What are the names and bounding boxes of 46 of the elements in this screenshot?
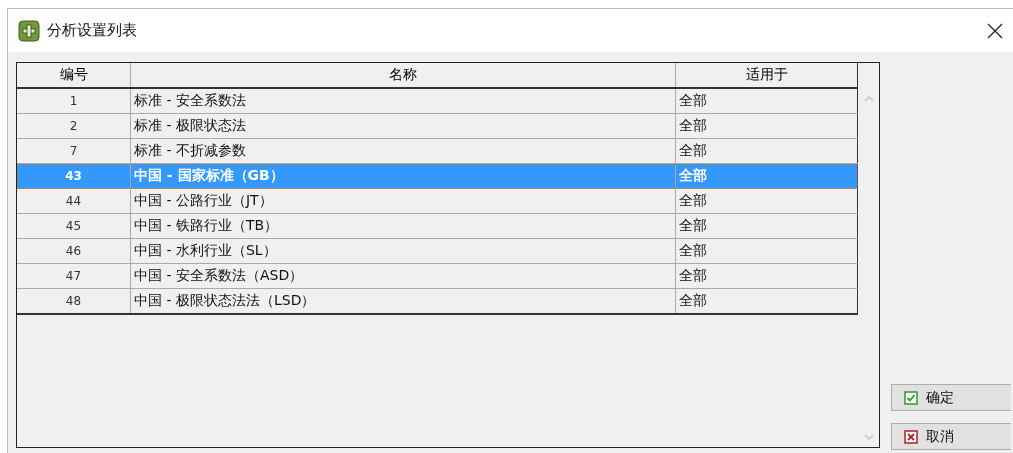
table-cell: 中国 - 水利行业（SL） <box>131 239 676 263</box>
table-cell: 标准 - 极限状态法 <box>131 114 676 138</box>
table-cell: 全部 <box>676 139 858 163</box>
table-cell: 全部 <box>676 264 858 288</box>
table-cell: 全部 <box>676 189 858 213</box>
column-header[interactable]: 名称 <box>131 63 676 87</box>
table-cell: 全部 <box>676 289 858 313</box>
table-cell: 中国 - 极限状态法法（LSD） <box>131 289 676 313</box>
table-cell: 1 <box>17 89 131 113</box>
table-cell: 全部 <box>676 114 858 138</box>
table-row[interactable]: 2 标准 - 极限状态法 全部 <box>17 114 858 139</box>
table-cell: 44 <box>17 189 131 213</box>
table-cell: 标准 - 不折减参数 <box>131 139 676 163</box>
table-cell: 43 <box>17 164 131 188</box>
column-header[interactable]: 适用于 <box>676 63 858 87</box>
table-cell: 全部 <box>676 214 858 238</box>
app-icon <box>18 19 40 42</box>
window-title: 分析设置列表 <box>47 21 138 40</box>
table-row[interactable]: 47 中国 - 安全系数法（ASD） 全部 <box>17 264 858 289</box>
table-cell: 中国 - 国家标准（GB） <box>131 164 676 188</box>
table-cell: 中国 - 铁路行业（TB） <box>131 214 676 238</box>
table-cell: 45 <box>17 214 131 238</box>
table-cell: 全部 <box>676 164 858 188</box>
ok-button[interactable]: 确定 <box>891 384 1011 411</box>
cross-icon <box>904 429 918 444</box>
table-row[interactable]: 45 中国 - 铁路行业（TB） 全部 <box>17 214 858 239</box>
table-cell: 全部 <box>676 239 858 263</box>
table-cell: 47 <box>17 264 131 288</box>
table-row[interactable]: 46 中国 - 水利行业（SL） 全部 <box>17 239 858 264</box>
scroll-up-icon[interactable] <box>863 95 874 102</box>
scroll-down-icon[interactable] <box>863 434 874 441</box>
cancel-button[interactable]: 取消 <box>891 423 1011 450</box>
checkmark-icon <box>904 390 918 405</box>
column-header[interactable]: 编号 <box>17 63 131 87</box>
table-cell: 中国 - 安全系数法（ASD） <box>131 264 676 288</box>
close-icon[interactable] <box>987 22 1003 39</box>
table-row[interactable]: 48 中国 - 极限状态法法（LSD） 全部 <box>17 289 858 315</box>
table-cell: 48 <box>17 289 131 313</box>
table-cell: 中国 - 公路行业（JT） <box>131 189 676 213</box>
table-row[interactable]: 1 标准 - 安全系数法 全部 <box>17 89 858 114</box>
table-cell: 全部 <box>676 89 858 113</box>
table-cell: 标准 - 安全系数法 <box>131 89 676 113</box>
table-row[interactable]: 44 中国 - 公路行业（JT） 全部 <box>17 189 858 214</box>
table-cell: 2 <box>17 114 131 138</box>
table-cell: 46 <box>17 239 131 263</box>
table-cell: 7 <box>17 139 131 163</box>
